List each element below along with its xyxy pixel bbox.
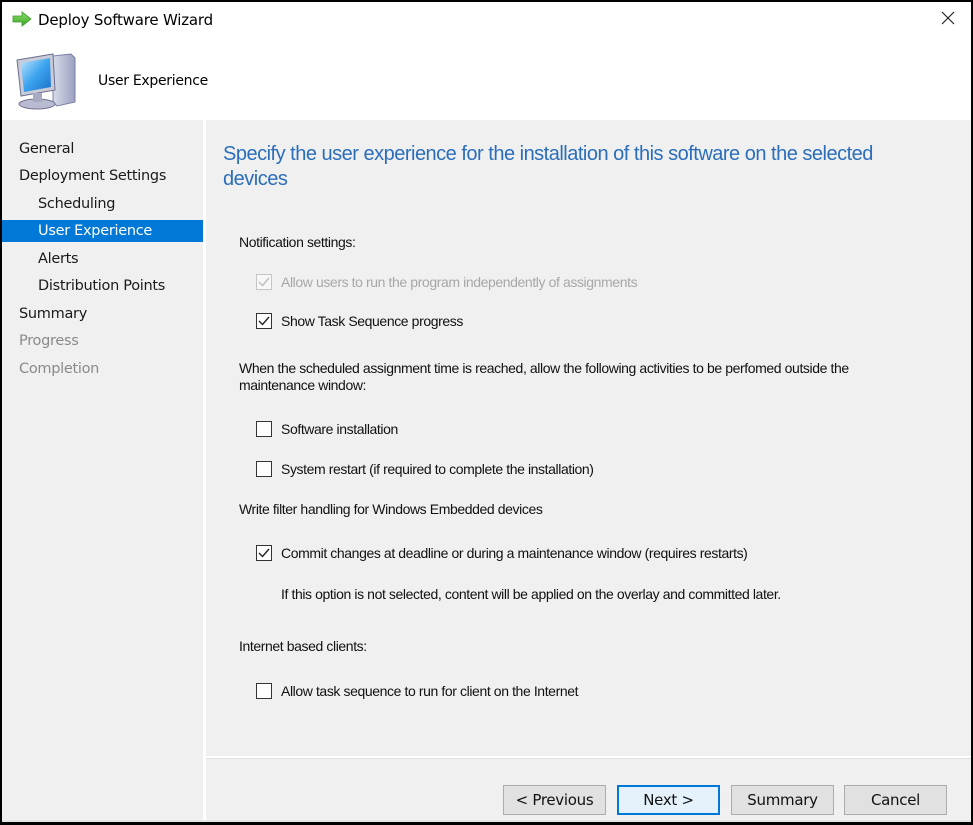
checkbox-box[interactable] [256, 421, 272, 437]
maintenance-window-label: When the scheduled assignment time is re… [239, 360, 849, 394]
software-installation-checkbox[interactable]: Software installation [256, 419, 398, 439]
page-heading-line1: Specify the user experience for the inst… [223, 143, 873, 165]
maintenance-label-line1: When the scheduled assignment time is re… [239, 360, 849, 376]
checkbox-box[interactable] [256, 461, 272, 477]
checkbox-box[interactable] [256, 683, 272, 699]
checkbox-box [256, 274, 272, 290]
allow-internet-checkbox[interactable]: Allow task sequence to run for client on… [256, 681, 579, 701]
show-task-sequence-progress-checkbox[interactable]: Show Task Sequence progress [256, 311, 463, 331]
nav-item-user-experience[interactable]: User Experience [2, 220, 203, 242]
wizard-navigation: General Deployment Settings Scheduling U… [2, 120, 203, 820]
system-restart-checkbox[interactable]: System restart (if required to complete … [256, 459, 594, 479]
checkbox-label: Software installation [281, 421, 398, 437]
nav-item-deployment-settings[interactable]: Deployment Settings [2, 165, 203, 187]
write-filter-note: If this option is not selected, content … [281, 586, 781, 602]
computer-icon [13, 46, 79, 112]
nav-item-alerts[interactable]: Alerts [2, 248, 203, 270]
page-heading: Specify the user experience for the inst… [223, 142, 943, 192]
nav-item-progress: Progress [19, 333, 79, 349]
allow-users-run-independently-checkbox: Allow users to run the program independe… [256, 272, 638, 292]
checkbox-label: System restart (if required to complete … [281, 461, 594, 477]
deploy-software-wizard-window: Deploy Software Wizard User Experience G… [2, 2, 971, 822]
maintenance-label-line2: maintenance window: [239, 377, 367, 393]
nav-item-summary[interactable]: Summary [2, 303, 203, 325]
bottom-border [2, 820, 971, 822]
previous-button[interactable]: < Previous [503, 785, 606, 815]
main-panel: Specify the user experience for the inst… [206, 120, 971, 756]
nav-item-distribution-points[interactable]: Distribution Points [2, 275, 203, 297]
checkbox-box[interactable] [256, 313, 272, 329]
checkbox-box[interactable] [256, 545, 272, 561]
checkbox-label: Allow users to run the program independe… [281, 274, 638, 290]
close-button[interactable] [925, 2, 971, 38]
page-header-title: User Experience [98, 73, 208, 89]
nav-item-scheduling[interactable]: Scheduling [2, 193, 203, 215]
cancel-button[interactable]: Cancel [844, 785, 947, 815]
page-heading-line2: devices [223, 168, 288, 190]
internet-clients-label: Internet based clients: [239, 638, 367, 654]
window-title: Deploy Software Wizard [38, 11, 213, 29]
checkbox-label: Commit changes at deadline or during a m… [281, 545, 748, 561]
next-button[interactable]: Next > [617, 785, 720, 815]
nav-item-general[interactable]: General [2, 138, 203, 160]
summary-button[interactable]: Summary [731, 785, 834, 815]
notification-settings-label: Notification settings: [239, 234, 356, 250]
commit-changes-checkbox[interactable]: Commit changes at deadline or during a m… [256, 543, 748, 563]
checkbox-label: Allow task sequence to run for client on… [281, 683, 579, 699]
title-bar: Deploy Software Wizard [2, 2, 971, 38]
nav-item-completion: Completion [19, 361, 100, 377]
green-arrow-icon [12, 11, 32, 27]
checkbox-label: Show Task Sequence progress [281, 313, 463, 329]
write-filter-label: Write filter handling for Windows Embedd… [239, 501, 543, 517]
wizard-header: User Experience [2, 38, 971, 118]
button-bar: < Previous Next > Summary Cancel [206, 758, 971, 822]
close-icon [941, 11, 955, 30]
